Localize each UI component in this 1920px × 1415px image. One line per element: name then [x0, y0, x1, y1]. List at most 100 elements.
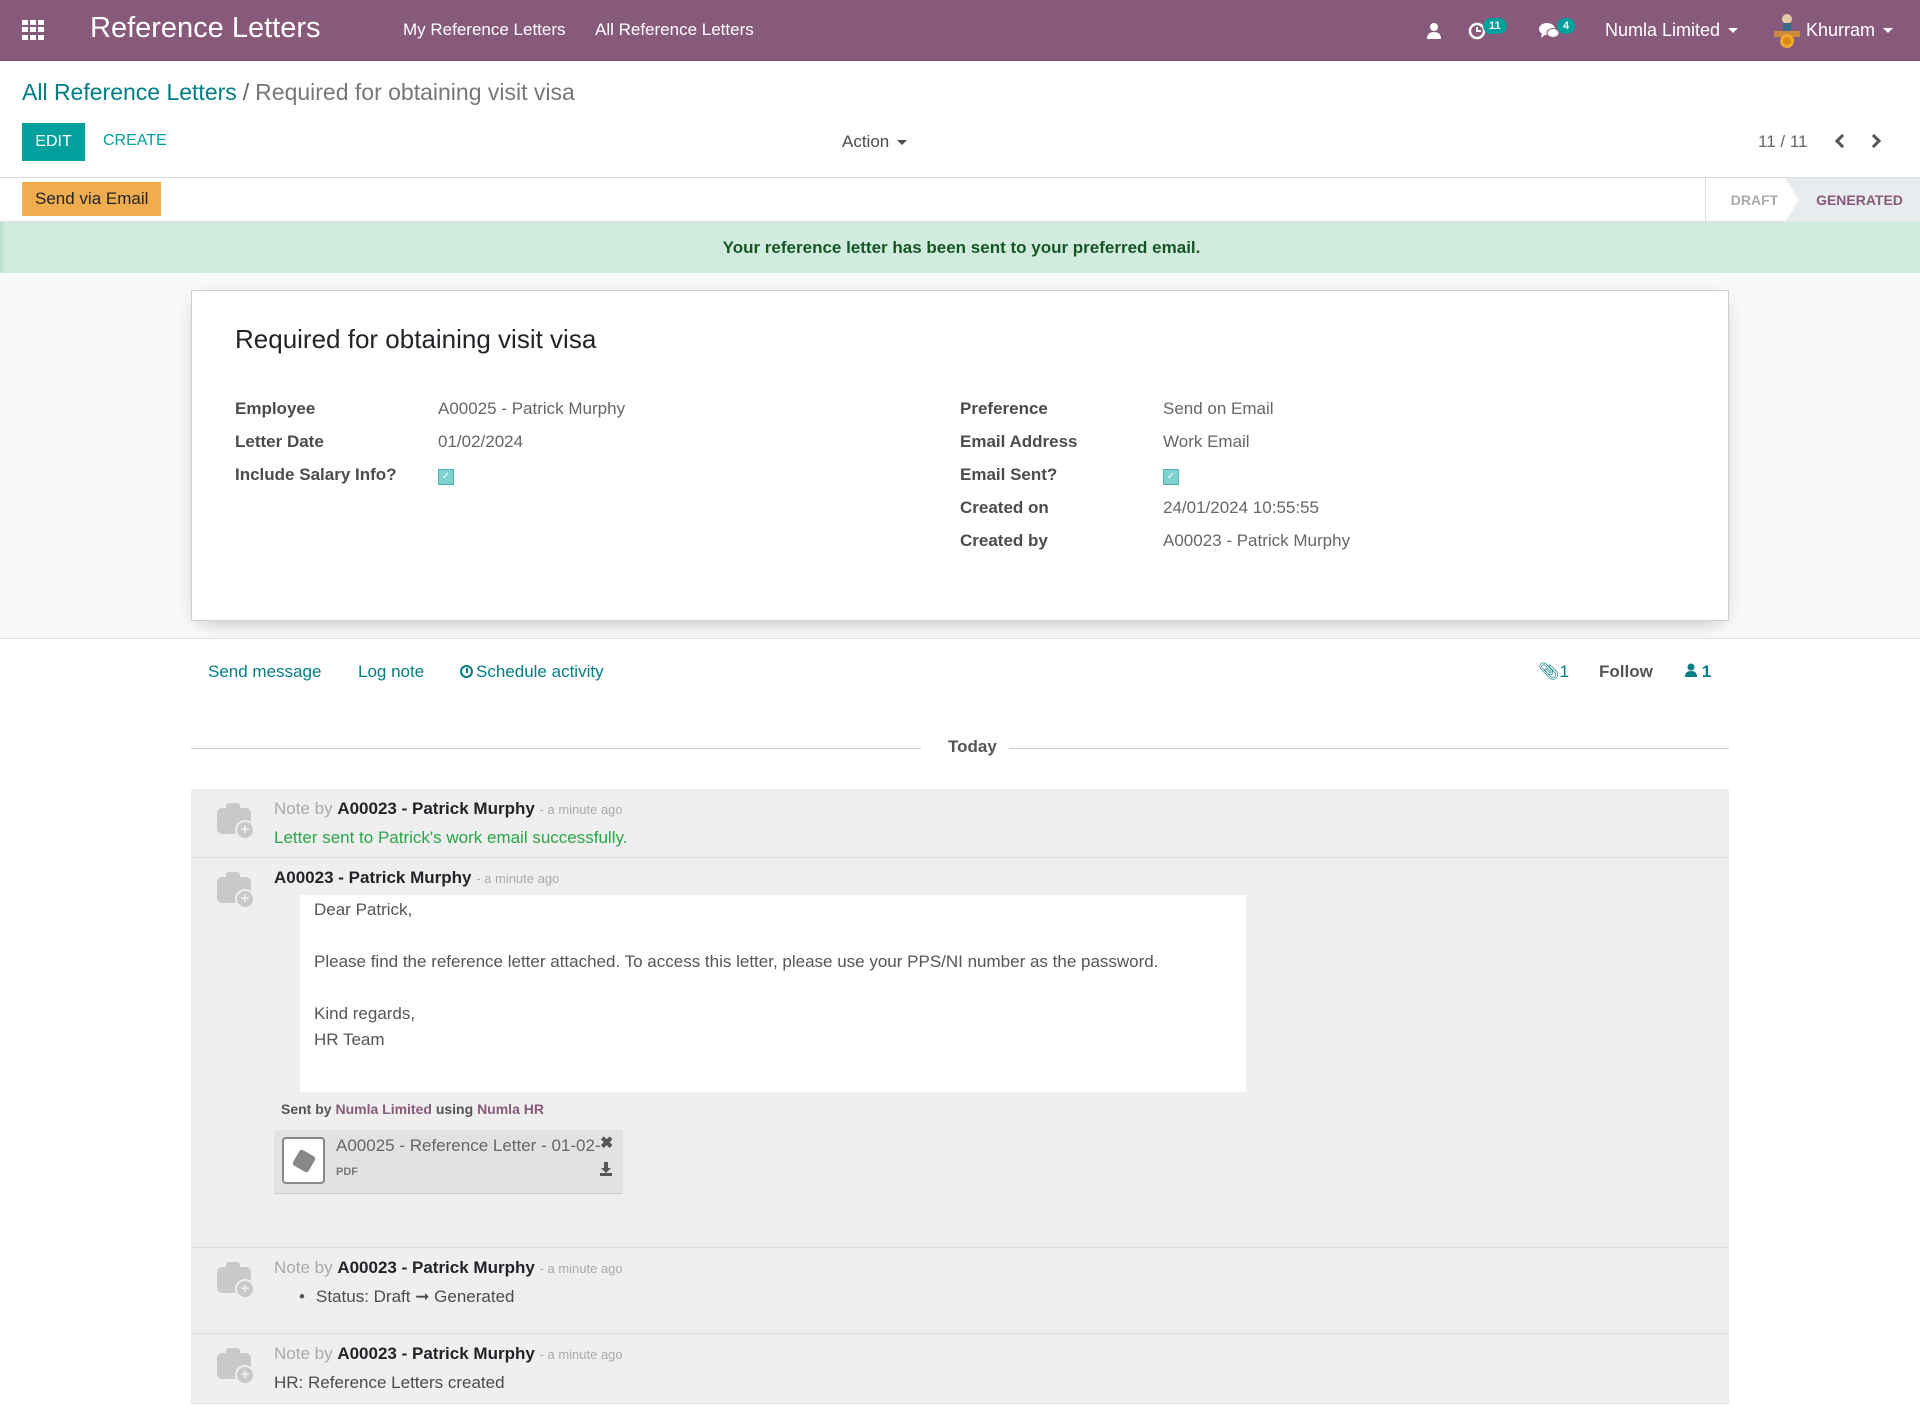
- employee-label: Employee: [235, 399, 316, 418]
- attachments-button[interactable]: 📎︎1: [1538, 662, 1569, 682]
- include-salary-checkbox[interactable]: ✓: [438, 469, 454, 485]
- user-menu[interactable]: Khurram: [1772, 0, 1894, 61]
- company-switcher[interactable]: Numla Limited: [1605, 0, 1739, 61]
- plus-icon: +: [235, 1365, 255, 1385]
- alert-message: Your reference letter has been sent to y…: [722, 237, 1201, 257]
- followers-button[interactable]: 1: [1685, 662, 1711, 682]
- record-title: Required for obtaining visit visa: [235, 324, 597, 354]
- action-dropdown[interactable]: Action: [842, 132, 908, 152]
- app-title: Reference Letters: [90, 12, 321, 44]
- paperclip-icon: 📎︎: [1538, 662, 1560, 681]
- pager-next-button[interactable]: [1866, 129, 1888, 153]
- pager-value: 11 / 11: [1758, 132, 1808, 151]
- message-author[interactable]: A00023 - Patrick Murphy: [337, 1258, 534, 1277]
- breadcrumb-current: Required for obtaining visit visa: [255, 79, 575, 105]
- separator-line: [191, 748, 921, 749]
- chatter-message-email: + A00023 - Patrick Murphy - a minute ago…: [191, 858, 1729, 1248]
- follower-count: 1: [1701, 662, 1712, 681]
- email-line: Dear Patrick,: [314, 900, 413, 919]
- apps-menu-icon[interactable]: [22, 20, 46, 40]
- email-sent-checkbox[interactable]: ✓: [1163, 469, 1179, 485]
- attachment-extension: PDF: [336, 1166, 358, 1178]
- message-author[interactable]: A00023 - Patrick Murphy: [274, 868, 471, 887]
- plus-icon: +: [235, 889, 255, 909]
- message-header: Note by A00023 - Patrick Murphy - a minu…: [274, 799, 623, 819]
- message-author[interactable]: A00023 - Patrick Murphy: [337, 799, 534, 818]
- menu-all-reference-letters[interactable]: All Reference Letters: [595, 20, 754, 40]
- date-separator: Today: [191, 737, 1729, 757]
- message-time: - a minute ago: [539, 1261, 623, 1276]
- email-line: HR Team: [314, 1030, 385, 1049]
- schedule-activity-label: Schedule activity: [476, 662, 604, 681]
- form-sheet: Required for obtaining visit visa Employ…: [191, 290, 1729, 621]
- remove-attachment-icon[interactable]: ✖: [600, 1133, 613, 1153]
- include-salary-label: Include Salary Info?: [235, 465, 397, 484]
- email-line: Please find the reference letter attache…: [314, 952, 1159, 971]
- breadcrumb-separator: /: [242, 79, 250, 105]
- activity-count-badge: 11: [1483, 17, 1507, 34]
- stage-generated[interactable]: GENERATED: [1785, 178, 1920, 222]
- attachment-count: 1: [1559, 662, 1570, 681]
- top-navbar: Reference Letters My Reference Letters A…: [0, 0, 1920, 61]
- breadcrumb: All Reference Letters / Required for obtai…: [22, 79, 575, 106]
- message-count-badge: 4: [1557, 17, 1576, 34]
- chatter-message: + Note by A00023 - Patrick Murphy - a mi…: [191, 789, 1729, 858]
- note-prefix: Note by: [274, 1258, 333, 1277]
- send-via-email-button[interactable]: Send via Email: [22, 182, 162, 216]
- status-bar: Send via Email DRAFT GENERATED: [0, 178, 1920, 222]
- message-time: - a minute ago: [476, 871, 560, 886]
- stage-draft[interactable]: DRAFT: [1705, 178, 1785, 222]
- email-body: Dear Patrick, Please find the reference …: [300, 895, 1246, 1092]
- chatter-topbar: Send message Log note Schedule activity …: [191, 640, 1729, 705]
- email-address-label: Email Address: [960, 432, 1078, 451]
- log-note-button[interactable]: Log note: [358, 662, 424, 682]
- sent-by-company: Numla Limited: [335, 1101, 432, 1117]
- message-header: Note by A00023 - Patrick Murphy - a minu…: [274, 1258, 623, 1278]
- author-avatar[interactable]: +: [217, 1262, 257, 1299]
- pager-previous-button[interactable]: [1830, 129, 1852, 153]
- menu-my-reference-letters[interactable]: My Reference Letters: [403, 20, 566, 40]
- messaging-button[interactable]: 4: [1538, 0, 1576, 61]
- author-avatar[interactable]: +: [217, 872, 257, 909]
- company-name: Numla Limited: [1605, 20, 1721, 40]
- schedule-activity-button[interactable]: Schedule activity: [460, 662, 604, 682]
- breadcrumb-parent-link[interactable]: All Reference Letters: [22, 79, 237, 105]
- chevron-down-icon: [897, 140, 908, 146]
- follow-button[interactable]: Follow: [1599, 662, 1653, 682]
- email-line: Kind regards,: [314, 1004, 416, 1023]
- email-sent-label: Email Sent?: [960, 465, 1058, 484]
- download-icon[interactable]: [600, 1162, 612, 1176]
- edit-button[interactable]: EDIT: [22, 123, 85, 161]
- preference-label: Preference: [960, 399, 1048, 418]
- user-status-button[interactable]: [1426, 0, 1442, 61]
- preference-value: Send on Email: [1163, 399, 1274, 418]
- message-time: - a minute ago: [539, 802, 623, 817]
- created-by-value[interactable]: A00023 - Patrick Murphy: [1163, 531, 1350, 551]
- attachment-card[interactable]: A00025 - Reference Letter - 01-02-2024 P…: [274, 1130, 623, 1194]
- send-message-button[interactable]: Send message: [208, 662, 321, 682]
- sent-by-using: using: [435, 1101, 474, 1117]
- plus-icon: +: [235, 1279, 255, 1299]
- message-time: - a minute ago: [539, 1347, 623, 1362]
- file-thumbnail: [282, 1137, 325, 1184]
- created-on-label: Created on: [960, 498, 1049, 517]
- user-icon: [1427, 22, 1441, 39]
- stage-arrow-divider: [1785, 178, 1799, 222]
- sent-by-app: Numla HR: [477, 1101, 544, 1117]
- follower-user-icon: [1685, 663, 1697, 677]
- chatter-message: + Note by A00023 - Patrick Murphy - a mi…: [191, 1248, 1729, 1334]
- author-avatar[interactable]: +: [217, 1348, 257, 1385]
- cube-icon: [291, 1148, 316, 1173]
- clock-icon: [460, 665, 473, 678]
- tracking-value: Status: Draft ➞ Generated: [299, 1287, 514, 1307]
- chevron-down-icon: [1728, 28, 1739, 33]
- sent-by-prefix: Sent by: [281, 1101, 332, 1117]
- employee-value[interactable]: A00025 - Patrick Murphy: [438, 399, 625, 419]
- author-avatar[interactable]: +: [217, 803, 257, 840]
- chevron-right-icon: [1866, 133, 1882, 149]
- message-author[interactable]: A00023 - Patrick Murphy: [337, 1344, 534, 1363]
- activity-button[interactable]: 11: [1468, 0, 1507, 61]
- control-panel: All Reference Letters / Required for obtai…: [0, 61, 1920, 178]
- create-button[interactable]: CREATE: [103, 132, 167, 150]
- separator-line: [996, 748, 1729, 749]
